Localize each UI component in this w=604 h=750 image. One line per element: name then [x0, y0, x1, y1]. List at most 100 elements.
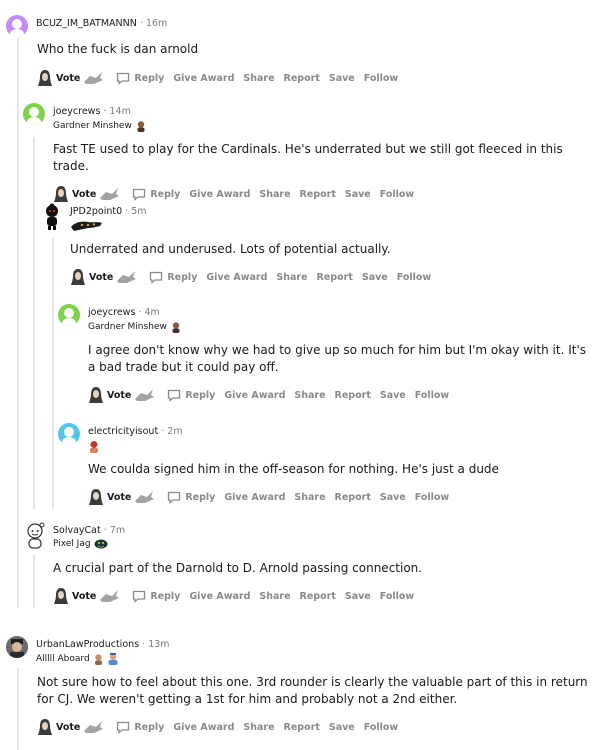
username[interactable]: JPD2point0: [70, 206, 122, 217]
give-award-button[interactable]: Give Award: [224, 492, 285, 503]
vote-label: Vote: [56, 72, 81, 84]
report-button[interactable]: Report: [335, 492, 371, 503]
report-button[interactable]: Report: [300, 591, 336, 602]
flair-text: Pixel Jag: [53, 539, 91, 549]
reply-button[interactable]: Reply: [132, 590, 180, 603]
comment-meta: UrbanLawProductions · 13m: [36, 639, 170, 650]
user-avatar[interactable]: [58, 304, 80, 326]
share-button[interactable]: Share: [276, 272, 307, 283]
reply-button[interactable]: Reply: [149, 271, 197, 284]
reply-label: Reply: [134, 72, 165, 84]
reply-button[interactable]: Reply: [167, 389, 215, 402]
vote-control[interactable]: Vote: [37, 718, 104, 736]
give-award-button[interactable]: Give Award: [206, 272, 267, 283]
upvote-icon[interactable]: [88, 488, 104, 506]
downvote-icon[interactable]: [133, 489, 155, 505]
separator: ·: [139, 18, 143, 29]
user-avatar[interactable]: [23, 522, 47, 550]
report-button[interactable]: Report: [317, 272, 353, 283]
timestamp[interactable]: 4m: [145, 307, 160, 318]
report-button[interactable]: Report: [300, 189, 336, 200]
follow-button[interactable]: Follow: [364, 73, 398, 84]
upvote-icon[interactable]: [70, 268, 86, 286]
share-button[interactable]: Share: [294, 492, 325, 503]
save-button[interactable]: Save: [380, 390, 406, 401]
timestamp[interactable]: 5m: [131, 206, 146, 217]
username[interactable]: joeycrews: [88, 307, 135, 318]
comment: joeycrews · 4m Gardner Minshew I agree d…: [58, 304, 596, 406]
reply-button[interactable]: Reply: [116, 721, 164, 734]
timestamp[interactable]: 16m: [146, 18, 167, 29]
give-award-button[interactable]: Give Award: [189, 591, 250, 602]
timestamp[interactable]: 7m: [110, 525, 125, 536]
upvote-icon[interactable]: [53, 587, 69, 605]
give-award-button[interactable]: Give Award: [189, 189, 250, 200]
follow-button[interactable]: Follow: [380, 189, 414, 200]
comment: BCUZ_IM_BATMANNN · 16m Who the fuck is d…: [6, 15, 596, 89]
report-button[interactable]: Report: [284, 73, 320, 84]
reply-label: Reply: [167, 271, 198, 283]
username[interactable]: BCUZ_IM_BATMANNN: [36, 18, 137, 29]
report-button[interactable]: Report: [335, 390, 371, 401]
thread-line[interactable]: [17, 38, 19, 608]
username[interactable]: joeycrews: [53, 106, 100, 117]
give-award-button[interactable]: Give Award: [173, 73, 234, 84]
save-button[interactable]: Save: [362, 272, 388, 283]
report-button[interactable]: Report: [284, 722, 320, 733]
comment-body: We coulda signed him in the off-season f…: [88, 462, 499, 476]
share-button[interactable]: Share: [243, 722, 274, 733]
downvote-icon[interactable]: [115, 269, 137, 285]
follow-button[interactable]: Follow: [380, 591, 414, 602]
follow-button[interactable]: Follow: [415, 390, 449, 401]
vote-control[interactable]: Vote: [88, 488, 155, 506]
jaguar-flair-icon: [71, 221, 102, 231]
timestamp[interactable]: 13m: [148, 639, 169, 650]
vote-control[interactable]: Vote: [37, 69, 104, 87]
upvote-icon[interactable]: [37, 718, 53, 736]
downvote-icon[interactable]: [133, 387, 155, 403]
user-avatar[interactable]: [6, 15, 28, 37]
save-button[interactable]: Save: [329, 73, 355, 84]
share-button[interactable]: Share: [243, 73, 274, 84]
save-button[interactable]: Save: [380, 492, 406, 503]
reply-icon: [168, 389, 181, 402]
user-avatar[interactable]: [40, 203, 64, 231]
upvote-icon[interactable]: [37, 69, 53, 87]
give-award-button[interactable]: Give Award: [173, 722, 234, 733]
timestamp[interactable]: 2m: [167, 426, 182, 437]
flair-text: Gardner Minshew: [53, 121, 132, 131]
reply-button[interactable]: Reply: [116, 72, 164, 85]
user-avatar[interactable]: [23, 103, 45, 125]
vote-control[interactable]: Vote: [53, 185, 120, 203]
username[interactable]: UrbanLawProductions: [36, 639, 139, 650]
downvote-icon[interactable]: [98, 186, 120, 202]
follow-button[interactable]: Follow: [415, 492, 449, 503]
downvote-icon[interactable]: [82, 719, 104, 735]
downvote-icon[interactable]: [82, 70, 104, 86]
save-button[interactable]: Save: [329, 722, 355, 733]
upvote-icon[interactable]: [53, 185, 69, 203]
upvote-icon[interactable]: [88, 386, 104, 404]
share-button[interactable]: Share: [259, 591, 290, 602]
vote-control[interactable]: Vote: [70, 268, 137, 286]
username[interactable]: SolvayCat: [53, 525, 101, 536]
save-button[interactable]: Save: [345, 189, 371, 200]
save-button[interactable]: Save: [345, 591, 371, 602]
username[interactable]: electricityisout: [88, 426, 158, 437]
comment: joeycrews · 14m Gardner Minshew Fast TE …: [23, 103, 596, 205]
follow-button[interactable]: Follow: [397, 272, 431, 283]
vote-control[interactable]: Vote: [53, 587, 120, 605]
vote-control[interactable]: Vote: [88, 386, 155, 404]
give-award-button[interactable]: Give Award: [224, 390, 285, 401]
separator: ·: [142, 639, 146, 650]
user-avatar[interactable]: [6, 636, 28, 658]
reply-button[interactable]: Reply: [167, 491, 215, 504]
follow-button[interactable]: Follow: [364, 722, 398, 733]
vote-label: Vote: [89, 271, 114, 283]
share-button[interactable]: Share: [259, 189, 290, 200]
reply-button[interactable]: Reply: [132, 188, 180, 201]
timestamp[interactable]: 14m: [110, 106, 131, 117]
user-avatar[interactable]: [58, 423, 80, 445]
downvote-icon[interactable]: [98, 588, 120, 604]
share-button[interactable]: Share: [294, 390, 325, 401]
